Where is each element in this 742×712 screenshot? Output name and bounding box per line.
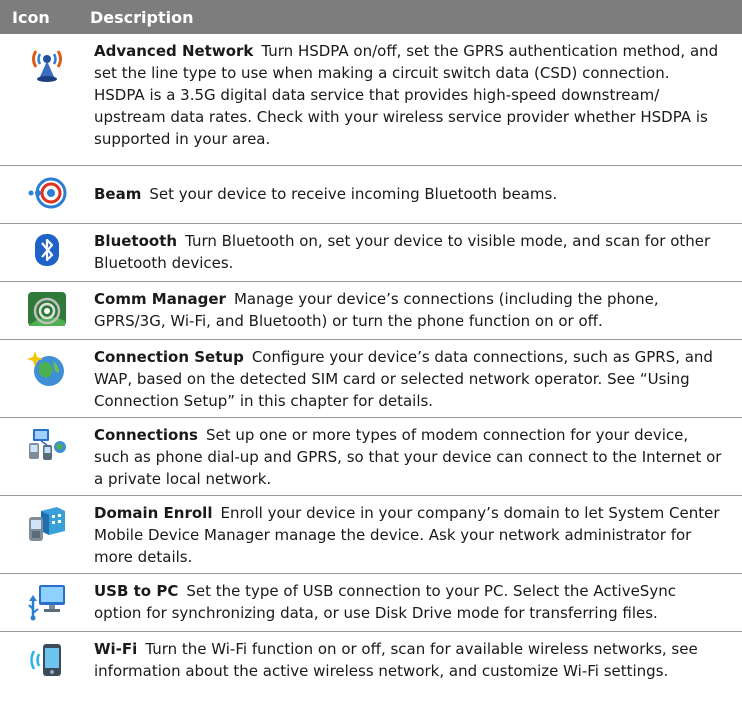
row-text: Set your device to receive incoming Blue…	[149, 185, 558, 203]
table-row: Advanced Network Turn HSDPA on/off, set t…	[0, 34, 742, 166]
row-text: Turn the Wi-Fi function on or off, scan …	[94, 640, 698, 680]
row-description: Beam Set your device to receive incoming …	[94, 166, 742, 223]
row-title: Connection Setup	[94, 348, 244, 366]
table-row: Comm Manager Manage your device’s connect…	[0, 282, 742, 340]
table-row: Beam Set your device to receive incoming …	[0, 166, 742, 224]
row-description: USB to PC Set the type of USB connection …	[94, 574, 742, 631]
comm-manager-icon	[0, 282, 94, 339]
row-title: Advanced Network	[94, 42, 254, 60]
table-row: Wi-Fi Turn the Wi-Fi function on or off, …	[0, 632, 742, 688]
row-description: Domain Enroll Enroll your device in your …	[94, 496, 742, 573]
connections-icon	[0, 418, 94, 495]
table-row: Domain Enroll Enroll your device in your …	[0, 496, 742, 574]
row-description: Connection Setup Configure your device’s …	[94, 340, 742, 417]
row-title: Comm Manager	[94, 290, 226, 308]
row-title: USB to PC	[94, 582, 179, 600]
row-text: Turn Bluetooth on, set your device to vi…	[94, 232, 711, 272]
table-row: Bluetooth Turn Bluetooth on, set your dev…	[0, 224, 742, 282]
row-description: Advanced Network Turn HSDPA on/off, set t…	[94, 34, 742, 165]
connection-setup-icon	[0, 340, 94, 417]
domain-enroll-icon	[0, 496, 94, 573]
row-title: Connections	[94, 426, 198, 444]
row-title: Beam	[94, 185, 142, 203]
row-title: Bluetooth	[94, 232, 178, 250]
bluetooth-icon	[0, 224, 94, 281]
row-text: Set the type of USB connection to your P…	[94, 582, 676, 622]
beam-icon	[0, 166, 94, 223]
table-row: USB to PC Set the type of USB connection …	[0, 574, 742, 632]
header-icon-column: Icon	[12, 7, 50, 27]
settings-table: Icon Description Advanced Network Turn HS…	[0, 0, 742, 688]
row-title: Wi-Fi	[94, 640, 138, 658]
row-description: Connections Set up one or more types of m…	[94, 418, 742, 495]
row-description: Bluetooth Turn Bluetooth on, set your dev…	[94, 224, 742, 281]
table-row: Connections Set up one or more types of m…	[0, 418, 742, 496]
row-title: Domain Enroll	[94, 504, 213, 522]
table-header: Icon Description	[0, 0, 742, 34]
row-description: Comm Manager Manage your device’s connect…	[94, 282, 742, 339]
row-description: Wi-Fi Turn the Wi-Fi function on or off, …	[94, 632, 742, 688]
header-description-column: Description	[90, 7, 194, 27]
table-row: Connection Setup Configure your device’s …	[0, 340, 742, 418]
wifi-icon	[0, 632, 94, 688]
advanced-network-icon	[0, 34, 94, 165]
usb-to-pc-icon	[0, 574, 94, 631]
